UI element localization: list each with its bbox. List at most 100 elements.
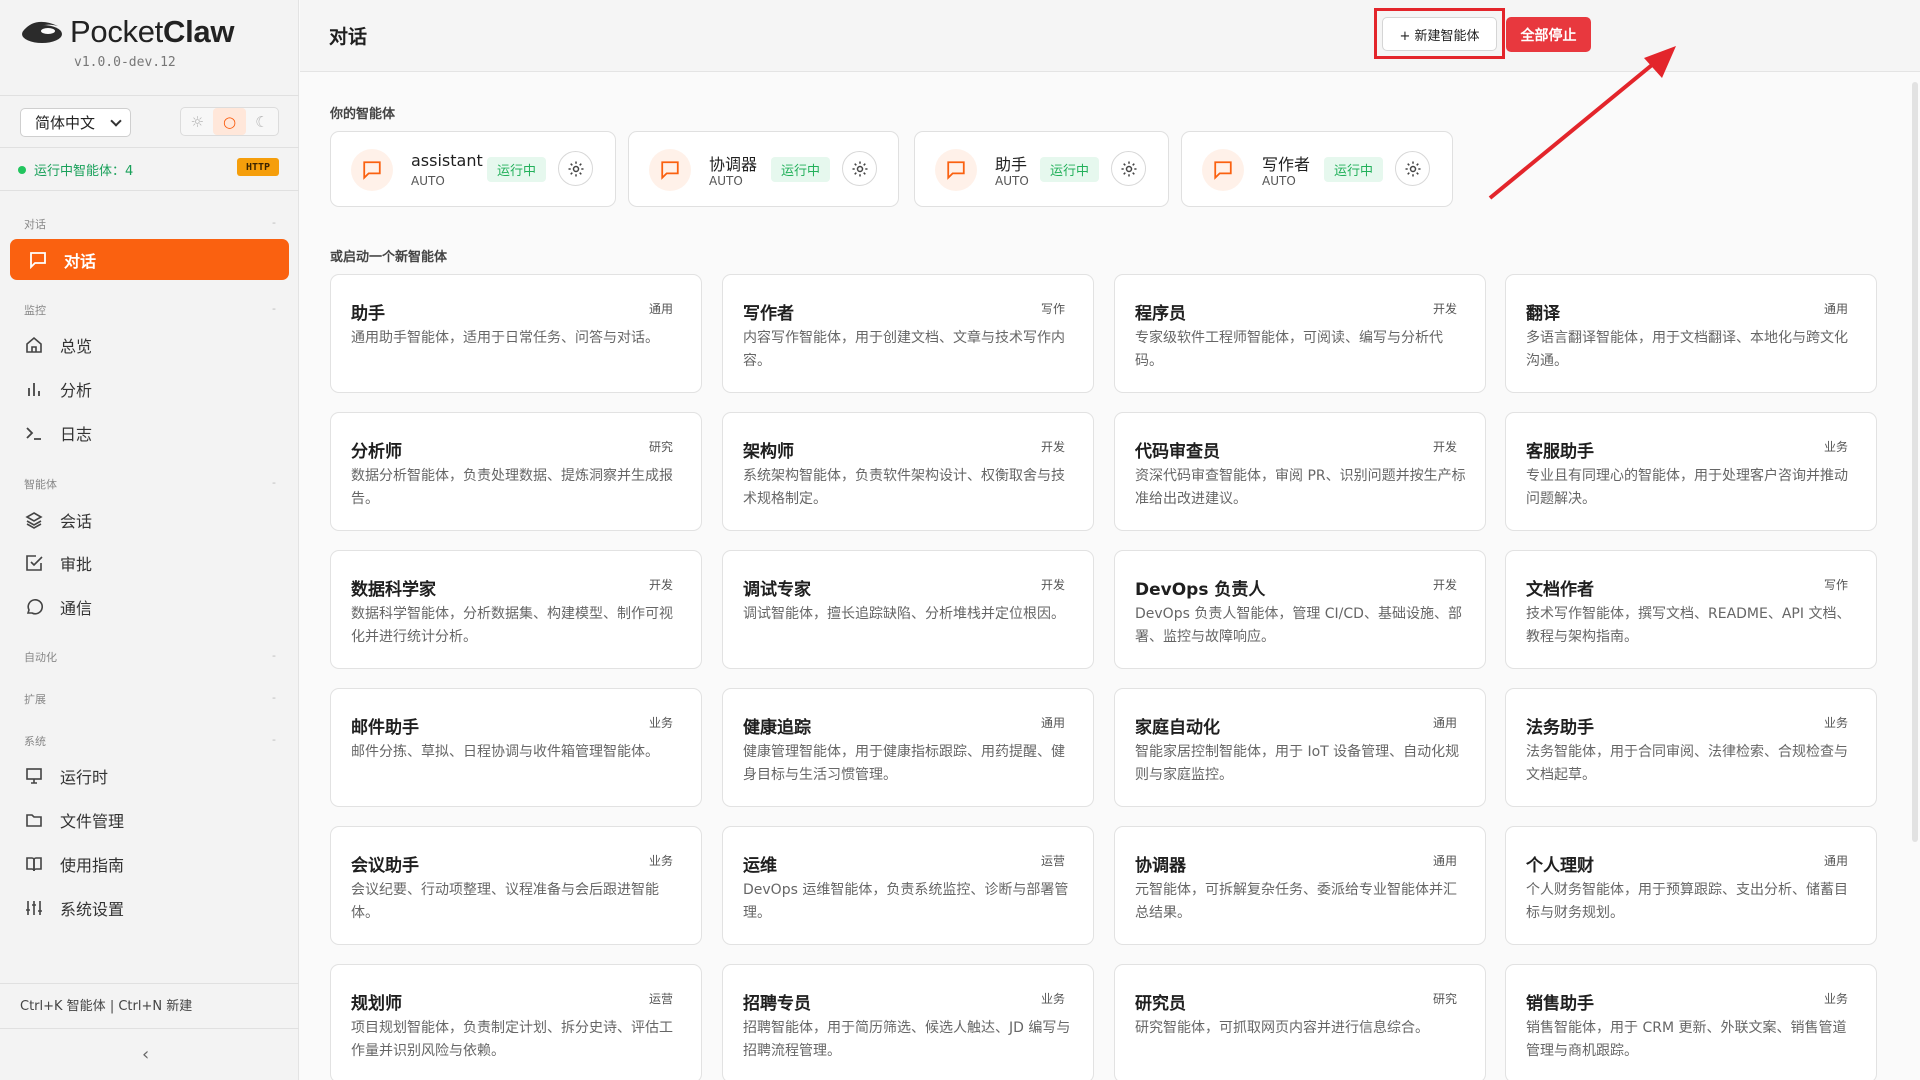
template-title: 家庭自动化	[1135, 718, 1220, 738]
section-header-automation[interactable]: 自动化 -	[24, 649, 276, 665]
sidebar-item-comms[interactable]: 通信	[24, 589, 284, 625]
sidebar-item-runtime[interactable]: 运行时	[24, 758, 284, 794]
agent-template-card[interactable]: 邮件助手 业务 邮件分拣、草拟、日程协调与收件箱管理智能体。	[330, 688, 702, 807]
agent-template-card[interactable]: 翻译 通用 多语言翻译智能体，用于文档翻译、本地化与跨文化沟通。	[1505, 274, 1877, 393]
section-header-system[interactable]: 系统 -	[24, 733, 276, 749]
section-header-extensions[interactable]: 扩展 -	[24, 691, 276, 707]
agent-settings-button[interactable]	[1111, 151, 1146, 186]
running-agent-card[interactable]: 写作者 AUTO 运行中	[1181, 131, 1453, 207]
dark-theme-button[interactable]: ☾	[246, 108, 278, 135]
system-theme-button[interactable]: ○	[213, 108, 246, 135]
agent-template-card[interactable]: 客服助手 业务 专业且有同理心的智能体，用于处理客户咨询并推动问题解决。	[1505, 412, 1877, 531]
brand[interactable]: PocketClaw	[18, 14, 234, 50]
section-label: 对话	[24, 218, 46, 231]
agent-mode: AUTO	[995, 174, 1029, 188]
agent-template-card[interactable]: 健康追踪 通用 健康管理智能体，用于健康指标跟踪、用药提醒、健身目标与生活习惯管…	[722, 688, 1094, 807]
agent-template-card[interactable]: 规划师 运营 项目规划智能体，负责制定计划、拆分史诗、评估工作量并识别风险与依赖…	[330, 964, 702, 1080]
agent-template-card[interactable]: 代码审查员 开发 资深代码审查智能体，审阅 PR、识别问题并按生产标准给出改进建…	[1114, 412, 1486, 531]
template-description: 招聘智能体，用于简历筛选、候选人触达、JD 编写与招聘流程管理。	[743, 1020, 1071, 1059]
agent-template-card[interactable]: 文档作者 写作 技术写作智能体，撰写文档、README、API 文档、教程与架构…	[1505, 550, 1877, 669]
sidebar-item-chat[interactable]: 对话	[10, 239, 289, 280]
agent-template-card[interactable]: 分析师 研究 数据分析智能体，负责处理数据、提炼洞察并生成报告。	[330, 412, 702, 531]
section-header-agents[interactable]: 智能体 -	[24, 476, 276, 492]
agent-template-card[interactable]: 研究员 研究 研究智能体，可抓取网页内容并进行信息综合。	[1114, 964, 1486, 1080]
section-header-chat[interactable]: 对话 -	[24, 216, 276, 232]
sidebar-item-label: 会话	[60, 512, 93, 531]
template-title: 代码审查员	[1135, 442, 1220, 462]
agent-template-card[interactable]: 数据科学家 开发 数据科学智能体，分析数据集、构建模型、制作可视化并进行统计分析…	[330, 550, 702, 669]
sidebar-item-approvals[interactable]: 审批	[24, 545, 284, 581]
template-description: 内容写作智能体，用于创建文档、文章与技术写作内容。	[743, 330, 1065, 369]
annotation-arrow-icon	[1488, 46, 1676, 200]
agent-template-card[interactable]: 调试专家 开发 调试智能体，擅长追踪缺陷、分析堆栈并定位根因。	[722, 550, 1094, 669]
section-header-monitor[interactable]: 监控 -	[24, 302, 276, 318]
template-title: 规划师	[351, 994, 402, 1014]
brand-name: PocketClaw	[70, 14, 235, 49]
sidebar-item-sessions[interactable]: 会话	[24, 502, 284, 538]
theme-toggle: ☼ ○ ☾	[180, 107, 279, 136]
agent-mode: AUTO	[1262, 174, 1296, 188]
agent-template-card[interactable]: 程序员 开发 专家级软件工程师智能体，可阅读、编写与分析代码。	[1114, 274, 1486, 393]
template-category: 开发	[1432, 578, 1457, 592]
sidebar-item-overview[interactable]: 总览	[24, 327, 284, 363]
agent-template-card[interactable]: 写作者 写作 内容写作智能体，用于创建文档、文章与技术写作内容。	[722, 274, 1094, 393]
sidebar-item-settings[interactable]: 系统设置	[24, 890, 284, 926]
template-title: 运维	[743, 856, 777, 876]
template-title: 协调器	[1135, 856, 1186, 876]
moon-icon: ☾	[255, 112, 269, 131]
template-description: 调试智能体，擅长追踪缺陷、分析堆栈并定位根因。	[743, 606, 1065, 622]
sidebar-item-analytics[interactable]: 分析	[24, 371, 284, 407]
app-version: v1.0.0-dev.12	[74, 55, 176, 70]
template-title: DevOps 负责人	[1135, 580, 1266, 600]
template-title: 写作者	[743, 304, 794, 324]
agent-settings-button[interactable]	[558, 151, 593, 186]
agent-template-card[interactable]: 协调器 通用 元智能体，可拆解复杂任务、委派给专业智能体并汇总结果。	[1114, 826, 1486, 945]
main-scrollbar[interactable]	[1912, 82, 1918, 842]
section-label: 智能体	[24, 478, 57, 491]
template-title: 会议助手	[351, 856, 419, 876]
agent-template-card[interactable]: 架构师 开发 系统架构智能体，负责软件架构设计、权衡取舍与技术规格制定。	[722, 412, 1094, 531]
agent-template-card[interactable]: 招聘专员 业务 招聘智能体，用于简历筛选、候选人触达、JD 编写与招聘流程管理。	[722, 964, 1094, 1080]
template-description: 资深代码审查智能体，审阅 PR、识别问题并按生产标准给出改进建议。	[1135, 468, 1466, 507]
collapse-dash-icon: -	[272, 733, 276, 746]
light-theme-button[interactable]: ☼	[181, 108, 213, 135]
agent-template-card[interactable]: 助手 通用 通用助手智能体，适用于日常任务、问答与对话。	[330, 274, 702, 393]
agent-template-card[interactable]: 运维 运营 DevOps 运维智能体，负责系统监控、诊断与部署管理。	[722, 826, 1094, 945]
template-category: 业务	[1040, 992, 1065, 1006]
template-title: 分析师	[351, 442, 402, 462]
agent-settings-button[interactable]	[842, 151, 877, 186]
template-description: DevOps 运维智能体，负责系统监控、诊断与部署管理。	[743, 882, 1069, 921]
agent-template-card[interactable]: 个人理财 通用 个人财务智能体，用于预算跟踪、支出分析、储蓄目标与财务规划。	[1505, 826, 1877, 945]
running-agent-card[interactable]: assistant AUTO 运行中	[330, 131, 616, 207]
divider	[0, 95, 299, 96]
agent-template-card[interactable]: DevOps 负责人 开发 DevOps 负责人智能体，管理 CI/CD、基础设…	[1114, 550, 1486, 669]
sidebar-item-guide[interactable]: 使用指南	[24, 846, 284, 882]
template-category: 开发	[648, 578, 673, 592]
template-description: 通用助手智能体，适用于日常任务、问答与对话。	[351, 330, 659, 346]
agent-template-card[interactable]: 会议助手 业务 会议纪要、行动项整理、议程准备与会后跟进智能体。	[330, 826, 702, 945]
running-agent-card[interactable]: 协调器 AUTO 运行中	[628, 131, 899, 207]
agent-template-card[interactable]: 销售助手 业务 销售智能体，用于 CRM 更新、外联文案、销售管道管理与商机跟踪…	[1505, 964, 1877, 1080]
divider	[0, 1028, 299, 1029]
sidebar-item-logs[interactable]: 日志	[24, 415, 284, 451]
template-description: 健康管理智能体，用于健康指标跟踪、用药提醒、健身目标与生活习惯管理。	[743, 744, 1065, 783]
running-agent-card[interactable]: 助手 AUTO 运行中	[914, 131, 1169, 207]
language-select[interactable]: 简体中文	[20, 108, 131, 137]
language-value: 简体中文	[35, 114, 96, 132]
sidebar-item-files[interactable]: 文件管理	[24, 802, 284, 838]
agent-template-card[interactable]: 家庭自动化 通用 智能家居控制智能体，用于 IoT 设备管理、自动化规则与家庭监…	[1114, 688, 1486, 807]
agent-name: 写作者	[1262, 155, 1311, 174]
running-count: 运行中智能体：4	[34, 164, 134, 179]
template-category: 运营	[1040, 854, 1065, 868]
collapse-sidebar-button[interactable]: ‹	[142, 1044, 149, 1065]
template-title: 研究员	[1135, 994, 1186, 1014]
agent-settings-button[interactable]	[1395, 151, 1430, 186]
agent-template-card[interactable]: 法务助手 业务 法务智能体，用于合同审阅、法律检索、合规检查与文档起草。	[1505, 688, 1877, 807]
template-title: 客服助手	[1526, 442, 1594, 462]
template-title: 文档作者	[1526, 580, 1594, 600]
sidebar-item-label: 使用指南	[60, 856, 125, 875]
terminal-icon	[24, 423, 44, 443]
template-description: 多语言翻译智能体，用于文档翻译、本地化与跨文化沟通。	[1526, 330, 1848, 369]
template-category: 业务	[648, 854, 673, 868]
agent-mode: AUTO	[411, 174, 445, 188]
